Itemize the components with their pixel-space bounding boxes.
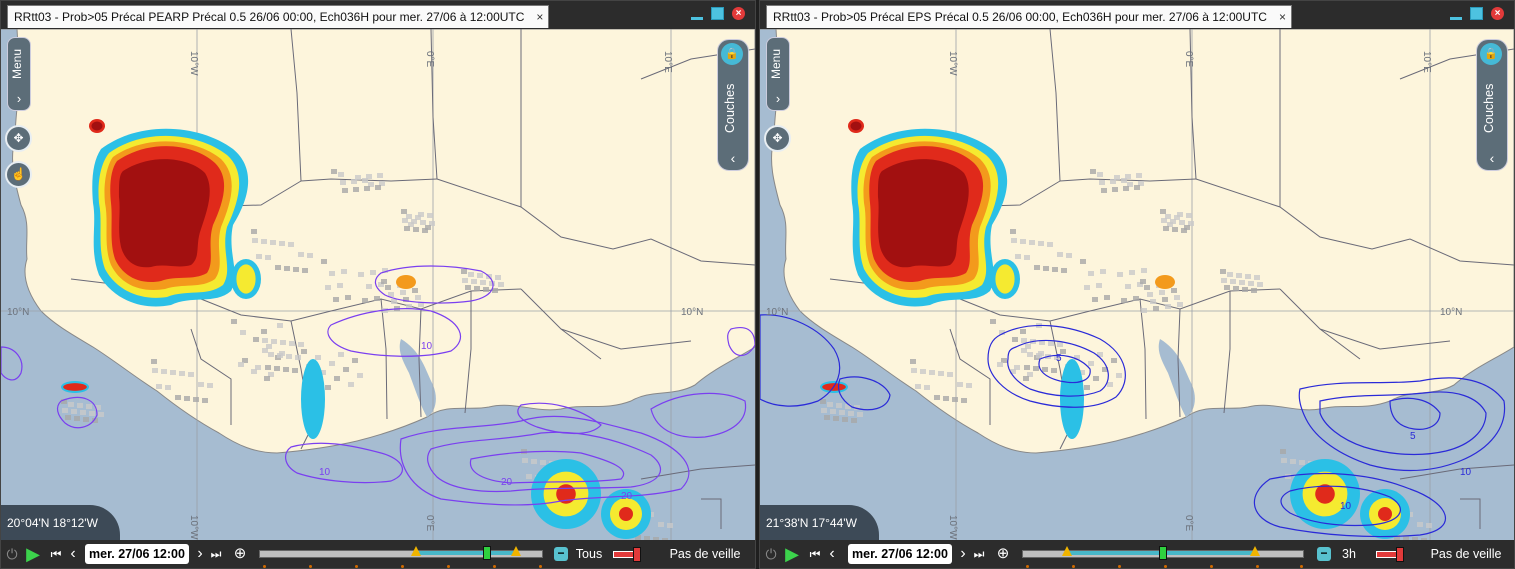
range-start-handle[interactable] — [1062, 546, 1072, 556]
cursor-coordinates: 21°38'N 17°44'W — [760, 505, 879, 541]
maximize-icon[interactable] — [1470, 7, 1483, 20]
timeline-slider[interactable] — [1022, 546, 1304, 568]
speed-slider-knob[interactable] — [633, 547, 641, 562]
map-tab-title: RRtt03 - Prob>05 Précal PEARP Précal 0.5… — [14, 10, 525, 24]
step-minus-button[interactable]: − — [1317, 547, 1331, 561]
date-display[interactable]: mer. 27/06 12:00 — [848, 544, 952, 564]
zoom-icon[interactable]: ⊕ — [992, 540, 1014, 568]
step-label: 3h — [1342, 547, 1356, 561]
grid-label: 0°E — [424, 515, 435, 532]
map-tab[interactable]: RRtt03 - Prob>05 Précal EPS Précal 0.5 2… — [766, 5, 1292, 28]
map-canvas[interactable]: 10 10 20 20 10°W 0°E 10°E 10°N 10°W 0°E 10°N — [1, 29, 755, 541]
menu-toggle[interactable]: Menu › — [7, 37, 31, 111]
contour-label: 20 — [621, 491, 633, 502]
menu-label: Menu — [769, 48, 783, 80]
next-frame-button[interactable]: › — [956, 540, 970, 568]
chevron-left-icon: ‹ — [1489, 150, 1495, 166]
tab-close-icon[interactable]: × — [536, 6, 543, 28]
contour-label: 10 — [1460, 467, 1472, 478]
contour-label: 10 — [319, 467, 331, 478]
speed-slider-knob[interactable] — [1396, 547, 1404, 562]
animation-controlbar: ⏻ ▶ ⏮ ‹ mer. 27/06 12:00 › ⏭ ⊕ − Tous Pa… — [1, 540, 755, 568]
layers-label: Couches — [723, 83, 737, 133]
last-frame-button[interactable]: ⏭ — [207, 540, 225, 568]
grid-label: 10°E — [662, 51, 673, 73]
hand-tool-icon[interactable]: ☝ — [5, 161, 32, 188]
chevron-right-icon: › — [16, 91, 22, 106]
grid-label: 10°W — [188, 515, 199, 540]
first-frame-button[interactable]: ⏮ — [47, 540, 65, 568]
grid-label: 10°N — [7, 307, 29, 318]
zoom-icon[interactable]: ⊕ — [229, 540, 251, 568]
close-icon[interactable]: × — [1491, 7, 1504, 20]
play-button[interactable]: ▶ — [782, 540, 802, 568]
grid-label: 10°N — [1440, 307, 1462, 318]
layers-panel-toggle[interactable]: 🔒 Couches ‹ — [1476, 39, 1508, 171]
grid-label: 10°N — [681, 307, 703, 318]
next-frame-button[interactable]: › — [193, 540, 207, 568]
power-icon[interactable]: ⏻ — [5, 540, 19, 568]
grid-label: 10°W — [947, 51, 958, 76]
map-canvas[interactable]: 5 5 10 10 10°W 0°E 10°E 10°N 10°W 0°E 10°N — [760, 29, 1514, 541]
minimize-icon[interactable] — [691, 8, 703, 20]
close-icon[interactable]: × — [732, 7, 745, 20]
grid-label: 10°W — [188, 51, 199, 76]
step-minus-button[interactable]: − — [554, 547, 568, 561]
cursor-coordinates: 20°04'N 18°12'W — [1, 505, 120, 541]
timeline-slider[interactable] — [259, 546, 543, 568]
tab-close-icon[interactable]: × — [1279, 6, 1286, 28]
pan-tool-icon[interactable]: ✥ — [5, 125, 32, 152]
contour-label: 20 — [501, 477, 513, 488]
play-button[interactable]: ▶ — [23, 540, 43, 568]
timeline-cursor[interactable] — [483, 546, 491, 560]
chevron-right-icon: › — [775, 91, 781, 106]
grid-label: 10°W — [947, 515, 958, 540]
grid-label: 0°E — [1183, 515, 1194, 532]
window-titlebar: RRtt03 - Prob>05 Précal PEARP Précal 0.5… — [1, 1, 755, 29]
contour-label: 10 — [421, 341, 433, 352]
range-start-handle[interactable] — [411, 546, 421, 556]
precip-core — [92, 128, 249, 307]
grid-label: 0°E — [424, 51, 435, 68]
contour-label: 5 — [1056, 353, 1062, 364]
previous-frame-button[interactable]: ‹ — [824, 540, 840, 568]
precip-core — [851, 128, 1008, 307]
layers-label: Couches — [1482, 83, 1496, 133]
map-tab-title: RRtt03 - Prob>05 Précal EPS Précal 0.5 2… — [773, 10, 1267, 24]
minimize-icon[interactable] — [1450, 8, 1462, 20]
watch-status: Pas de veille — [669, 547, 741, 561]
map-panel-left: RRtt03 - Prob>05 Précal PEARP Précal 0.5… — [0, 0, 756, 569]
window-titlebar: RRtt03 - Prob>05 Précal EPS Précal 0.5 2… — [760, 1, 1514, 29]
menu-label: Menu — [10, 48, 24, 80]
animation-controlbar: ⏻ ▶ ⏮ ‹ mer. 27/06 12:00 › ⏭ ⊕ − 3h Pas … — [760, 540, 1514, 568]
lock-icon[interactable]: 🔒 — [1480, 43, 1502, 65]
range-end-handle[interactable] — [511, 546, 521, 556]
map-panel-right: RRtt03 - Prob>05 Précal EPS Précal 0.5 2… — [759, 0, 1515, 569]
lock-icon[interactable]: 🔒 — [721, 43, 743, 65]
pan-tool-icon[interactable]: ✥ — [764, 125, 791, 152]
last-frame-button[interactable]: ⏭ — [970, 540, 988, 568]
map-view[interactable]: 5 5 10 10 10°W 0°E 10°E 10°N 10°W 0°E 10°N Menu › … — [760, 29, 1514, 541]
grid-label: 0°E — [1183, 51, 1194, 68]
range-end-handle[interactable] — [1250, 546, 1260, 556]
layers-panel-toggle[interactable]: 🔒 Couches ‹ — [717, 39, 749, 171]
date-display[interactable]: mer. 27/06 12:00 — [85, 544, 189, 564]
map-view[interactable]: 10 10 20 20 10°W 0°E 10°E 10°N 10°W 0°E 10°N Menu … — [1, 29, 755, 541]
grid-label: 10°E — [1421, 51, 1432, 73]
previous-frame-button[interactable]: ‹ — [65, 540, 81, 568]
maximize-icon[interactable] — [711, 7, 724, 20]
watch-status: Pas de veille — [1430, 547, 1502, 561]
first-frame-button[interactable]: ⏮ — [806, 540, 824, 568]
timeline-cursor[interactable] — [1159, 546, 1167, 560]
map-tab[interactable]: RRtt03 - Prob>05 Précal PEARP Précal 0.5… — [7, 5, 550, 28]
contour-label: 5 — [1410, 431, 1416, 442]
chevron-left-icon: ‹ — [730, 150, 736, 166]
menu-toggle[interactable]: Menu › — [766, 37, 790, 111]
grid-label: 10°N — [766, 307, 788, 318]
step-label: Tous — [575, 547, 603, 561]
contour-label: 10 — [1340, 501, 1352, 512]
power-icon[interactable]: ⏻ — [764, 540, 778, 568]
